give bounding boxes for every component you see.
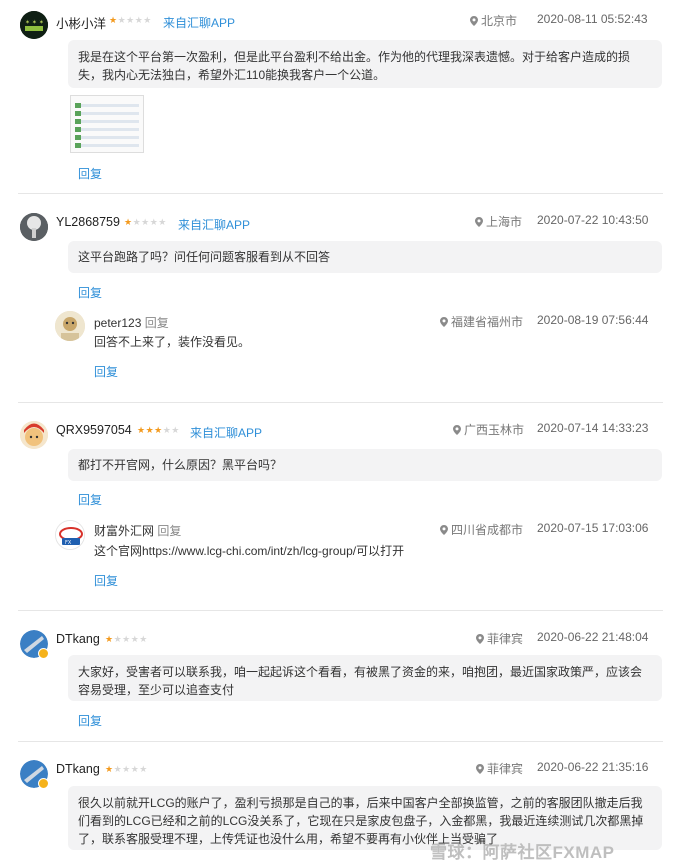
reply-text: 这个官网https://www.lcg-chi.com/int/zh/lcg-g… <box>94 544 405 558</box>
verified-badge-icon <box>38 648 49 659</box>
svg-text:✶ ✶ ✶: ✶ ✶ ✶ <box>25 19 44 26</box>
username[interactable]: QRX9597054 <box>56 423 132 437</box>
reply-button[interactable]: 回复 <box>94 363 118 380</box>
location: 菲律宾 <box>476 630 523 647</box>
avatar[interactable] <box>20 213 48 241</box>
reply-button[interactable]: 回复 <box>78 165 102 182</box>
reply-user-link[interactable]: peter123 <box>94 316 141 330</box>
location-pin-icon <box>440 525 448 535</box>
reply-button[interactable]: 回复 <box>78 491 102 508</box>
reply-button[interactable]: 回复 <box>78 284 102 301</box>
avatar[interactable] <box>20 421 48 449</box>
timestamp: 2020-07-14 14:33:23 <box>537 421 649 435</box>
comment-text: 这平台跑路了吗？问任何问题客服看到从不回答 <box>68 241 662 273</box>
location: 福建省福州市 <box>440 313 523 330</box>
rating-stars: ★★★★★ <box>109 15 152 25</box>
watermark-text: 雪球：阿萨社区FXMAP <box>430 843 615 862</box>
location-pin-icon <box>476 634 484 644</box>
timestamp: 2020-06-22 21:35:16 <box>537 760 649 774</box>
reply-tag: 回复 <box>157 524 182 538</box>
location-pin-icon <box>453 425 461 435</box>
verified-badge-icon <box>38 778 49 789</box>
username[interactable]: DTkang <box>56 632 100 646</box>
comment-text: 大家好，受害者可以联系我，咱一起起诉这个看看，有被黑了资金的来，咱抱团，最近国家… <box>68 655 662 701</box>
timestamp: 2020-07-15 17:03:06 <box>537 521 649 535</box>
divider <box>18 193 663 194</box>
reply-text: 回答不上来了，装作没看见。 <box>94 335 251 349</box>
rating-stars: ★★★★★ <box>105 764 148 774</box>
timestamp: 2020-08-19 07:56:44 <box>537 313 649 327</box>
location-text: 菲律宾 <box>487 762 524 776</box>
location-text: 福建省福州市 <box>451 315 524 329</box>
comment-text: 都打不开官网，什么原因？黑平台吗？ <box>68 449 662 481</box>
avatar[interactable]: ✶ ✶ ✶ <box>20 11 48 39</box>
timestamp: 2020-07-22 10:43:50 <box>537 213 649 227</box>
location: 广西玉林市 <box>453 421 524 438</box>
reply-button[interactable]: 回复 <box>78 712 102 729</box>
rating-stars: ★★★★★ <box>105 634 148 644</box>
avatar[interactable] <box>20 630 49 659</box>
source-label[interactable]: 来自汇聊APP <box>163 14 235 31</box>
location-text: 北京市 <box>481 14 518 28</box>
source-label[interactable]: 来自汇聊APP <box>178 216 250 233</box>
reply-username: peter123 回复 <box>94 314 169 331</box>
reply-tag: 回复 <box>144 316 169 330</box>
avatar[interactable] <box>20 760 49 789</box>
username[interactable]: DTkang <box>56 762 100 776</box>
comment-text: 我是在这个平台第一次盈利，但是此平台盈利不给出金。作为他的代理我深表遗憾。对于给… <box>68 40 662 88</box>
rating-stars: ★★★★★ <box>137 425 180 435</box>
location: 北京市 <box>470 12 517 29</box>
location: 上海市 <box>475 213 522 230</box>
location: 四川省成都市 <box>440 521 523 538</box>
attachment-image[interactable] <box>70 95 144 153</box>
username[interactable]: 小彬小洋 <box>56 13 106 32</box>
location-text: 广西玉林市 <box>464 423 525 437</box>
location-pin-icon <box>470 16 478 26</box>
username[interactable]: YL2868759 <box>56 215 120 229</box>
divider <box>18 741 663 742</box>
avatar[interactable] <box>55 311 85 341</box>
reply-username: 财富外汇网 回复 <box>94 522 181 539</box>
reply-button[interactable]: 回复 <box>94 572 118 589</box>
location-pin-icon <box>440 317 448 327</box>
rating-stars: ★★★★★ <box>124 217 167 227</box>
avatar[interactable]: FX <box>55 520 85 550</box>
location-text: 菲律宾 <box>487 632 524 646</box>
location-pin-icon <box>476 764 484 774</box>
divider <box>18 402 663 403</box>
location-pin-icon <box>475 217 483 227</box>
svg-text:FX: FX <box>65 540 72 546</box>
location-text: 四川省成都市 <box>451 523 524 537</box>
reply-user-link[interactable]: 财富外汇网 <box>94 524 154 538</box>
timestamp: 2020-08-11 05:52:43 <box>537 12 648 26</box>
timestamp: 2020-06-22 21:48:04 <box>537 630 649 644</box>
location-text: 上海市 <box>486 215 523 229</box>
divider <box>18 610 663 611</box>
source-label[interactable]: 来自汇聊APP <box>190 424 262 441</box>
location: 菲律宾 <box>476 760 523 777</box>
